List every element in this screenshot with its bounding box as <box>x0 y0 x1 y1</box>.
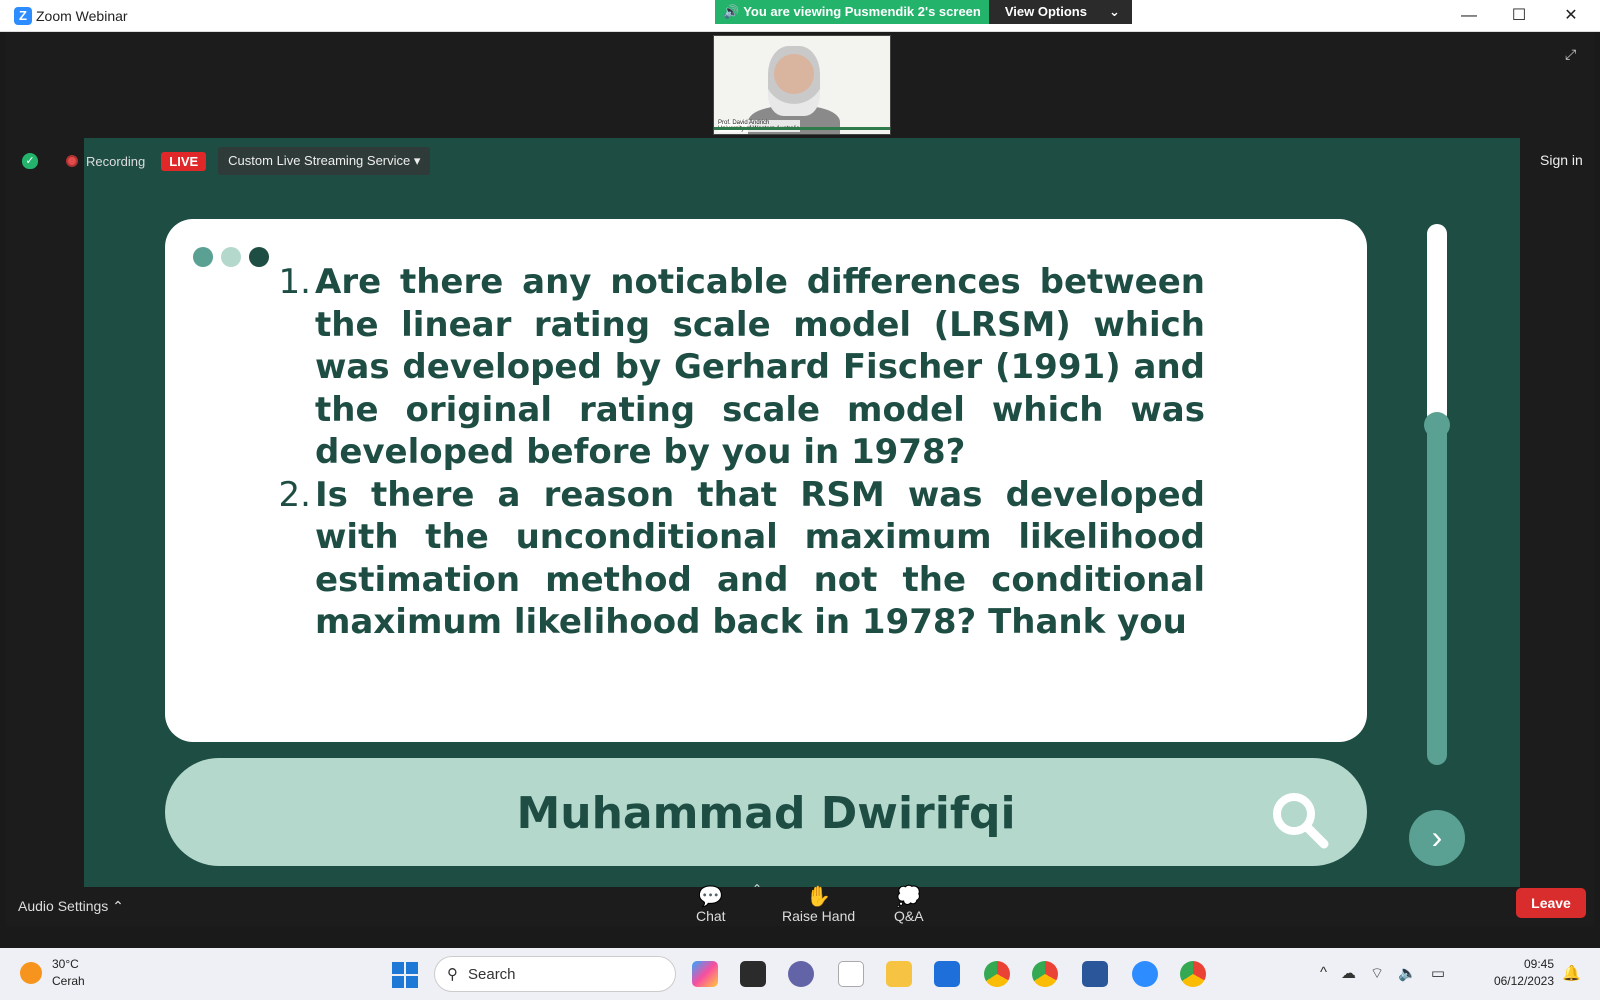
copilot-icon[interactable] <box>692 961 718 987</box>
speaker-face <box>768 46 820 116</box>
chat-icon: 💬 <box>698 886 724 908</box>
chat-button[interactable]: 💬 Chat <box>696 884 726 924</box>
search-icon: ⚲ <box>447 966 458 983</box>
asker-name-pill: Muhammad Dwirifqi <box>165 758 1367 866</box>
maximize-button[interactable]: ☐ <box>1494 0 1544 32</box>
screen-share-banner: 🔊 You are viewing Pusmendik 2's screen V… <box>715 0 1132 24</box>
clock-date: 06/12/2023 <box>1493 974 1554 988</box>
file-explorer-icon[interactable] <box>886 961 912 987</box>
window-title: Zoom Webinar <box>36 8 128 24</box>
task-view-icon[interactable] <box>740 961 766 987</box>
audio-settings-button[interactable]: Audio Settings ⌃ <box>18 898 124 915</box>
shield-check-icon[interactable]: ✓ <box>22 153 38 169</box>
question-item: 1. Are there any noticable differences b… <box>275 261 1205 474</box>
notification-bell-icon[interactable]: 🔔 <box>1562 964 1581 982</box>
recording-label: Recording <box>86 153 146 169</box>
question-item: 2. Is there a reason that RSM was develo… <box>275 474 1205 644</box>
volume-icon[interactable]: 🔈 <box>1398 964 1417 983</box>
speaker-icon: 🔊 <box>723 4 740 19</box>
thumbnail-stripe <box>714 127 890 130</box>
system-clock[interactable]: 09:45 06/12/2023 <box>1480 956 1554 990</box>
window-dots <box>193 247 269 267</box>
qa-button[interactable]: 💭 Q&A <box>894 884 924 924</box>
next-slide-button[interactable]: › <box>1409 810 1465 866</box>
battery-icon[interactable]: ▭ <box>1431 964 1445 983</box>
zoom-app-icon[interactable] <box>1132 961 1158 987</box>
cloud-icon[interactable]: ☁ <box>1341 964 1356 983</box>
clock-time: 09:45 <box>1523 957 1554 971</box>
store-icon[interactable] <box>934 961 960 987</box>
raise-hand-button[interactable]: ✋ Raise Hand <box>782 884 855 924</box>
word-icon[interactable] <box>1082 961 1108 987</box>
viewing-screen-text: You are viewing Pusmendik 2's screen <box>743 4 981 19</box>
chevron-down-icon: ⌄ <box>1108 4 1120 19</box>
speaker-caption: Prof. David Andrich University of Wester… <box>718 120 800 132</box>
windows-taskbar: 30°C Cerah ⚲ Search ^ ☁ ⌔ 🔈 ▭ 09:45 06/1… <box>0 948 1600 1000</box>
sign-in-link[interactable]: Sign in <box>1540 152 1583 168</box>
question-text: Is there a reason that RSM was developed… <box>315 474 1205 643</box>
qa-icon: 💭 <box>896 886 922 908</box>
speaker-video-thumbnail[interactable]: Prof. David Andrich University of Wester… <box>713 35 891 135</box>
status-strip: ✓ Recording LIVE Custom Live Streaming S… <box>6 146 431 176</box>
slide-question-card: 1. Are there any noticable differences b… <box>165 219 1367 742</box>
minimize-button[interactable]: — <box>1444 0 1494 32</box>
taskbar-search[interactable]: ⚲ Search <box>434 956 676 992</box>
dot-icon <box>193 247 213 267</box>
temperature: 30°C <box>52 957 79 971</box>
streaming-service-dropdown[interactable]: Custom Live Streaming Service ▾ <box>218 147 431 175</box>
teams-chat-icon[interactable] <box>788 961 814 987</box>
notepad-icon[interactable] <box>838 961 864 987</box>
asker-name: Muhammad Dwirifqi <box>516 788 1016 839</box>
search-placeholder: Search <box>468 965 516 983</box>
search-icon <box>1273 793 1329 849</box>
weather-widget[interactable]: 30°C Cerah <box>20 956 85 990</box>
zoom-logo-icon: Z <box>14 7 32 25</box>
view-options-label: View Options <box>1004 4 1087 19</box>
hand-icon: ✋ <box>806 886 832 908</box>
expand-icon[interactable]: ⤢ <box>1565 46 1581 62</box>
meeting-toolbar: Audio Settings ⌃ 💬 Chat ⌃ ✋ Raise Hand 💭… <box>6 882 1594 926</box>
scrollbar-fill <box>1427 224 1447 424</box>
slide-scrollbar[interactable] <box>1424 224 1450 765</box>
dot-icon <box>249 247 269 267</box>
recording-icon <box>66 155 78 167</box>
sun-icon <box>20 962 42 984</box>
question-number: 2. <box>278 474 311 515</box>
close-button[interactable]: ✕ <box>1546 0 1596 32</box>
weather-description: Cerah <box>52 974 85 988</box>
question-list: 1. Are there any noticable differences b… <box>275 261 1205 644</box>
system-tray: ^ ☁ ⌔ 🔈 ▭ <box>1320 964 1445 983</box>
windows-start-icon[interactable] <box>392 962 418 988</box>
viewing-screen-label: 🔊 You are viewing Pusmendik 2's screen <box>715 0 989 24</box>
chat-label: Chat <box>696 908 726 924</box>
view-options-button[interactable]: View Options ⌄ <box>988 0 1132 24</box>
question-text: Are there any noticable differences betw… <box>315 262 1205 472</box>
qa-label: Q&A <box>894 908 924 924</box>
chat-options-caret[interactable]: ⌃ <box>752 882 762 896</box>
chrome-icon[interactable] <box>1032 961 1058 987</box>
question-number: 1. <box>278 262 311 302</box>
wifi-icon[interactable]: ⌔ <box>1370 964 1384 983</box>
raise-hand-label: Raise Hand <box>782 908 856 924</box>
live-badge: LIVE <box>161 151 207 171</box>
chrome-icon[interactable] <box>984 961 1010 987</box>
scrollbar-thumb[interactable] <box>1424 412 1450 438</box>
chrome-icon[interactable] <box>1180 961 1206 987</box>
dot-icon <box>221 247 241 267</box>
leave-button[interactable]: Leave <box>1516 888 1586 918</box>
chevron-up-icon[interactable]: ^ <box>1320 964 1327 983</box>
